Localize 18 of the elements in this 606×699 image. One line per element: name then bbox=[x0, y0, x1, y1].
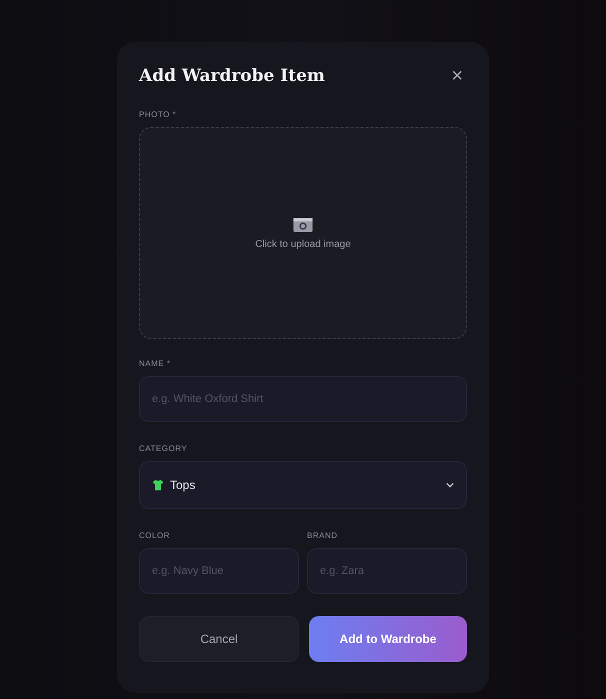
chevron-down-icon bbox=[446, 482, 454, 488]
field-label: BRAND bbox=[307, 531, 338, 540]
upload-area[interactable]: Click to upload image bbox=[139, 127, 467, 339]
field-label: NAME * bbox=[139, 359, 170, 368]
brand-field[interactable]: e.g. Zara bbox=[307, 548, 467, 594]
shirt-icon bbox=[152, 479, 164, 491]
cancel-button[interactable]: Cancel bbox=[139, 616, 299, 662]
category-select[interactable]: Tops bbox=[139, 461, 467, 509]
upload-hint: Click to upload image bbox=[255, 239, 351, 250]
add-button[interactable]: Add to Wardrobe bbox=[309, 616, 467, 662]
close-button[interactable]: × bbox=[447, 66, 467, 86]
field-label: PHOTO * bbox=[139, 110, 176, 119]
field-label: CATEGORY bbox=[139, 444, 188, 453]
field-label: COLOR bbox=[139, 531, 170, 540]
color-field[interactable]: e.g. Navy Blue bbox=[139, 548, 299, 594]
camera-icon bbox=[292, 216, 314, 233]
dialog-title: Add Wardrobe Item bbox=[139, 66, 325, 86]
name-field[interactable]: e.g. White Oxford Shirt bbox=[139, 376, 467, 422]
